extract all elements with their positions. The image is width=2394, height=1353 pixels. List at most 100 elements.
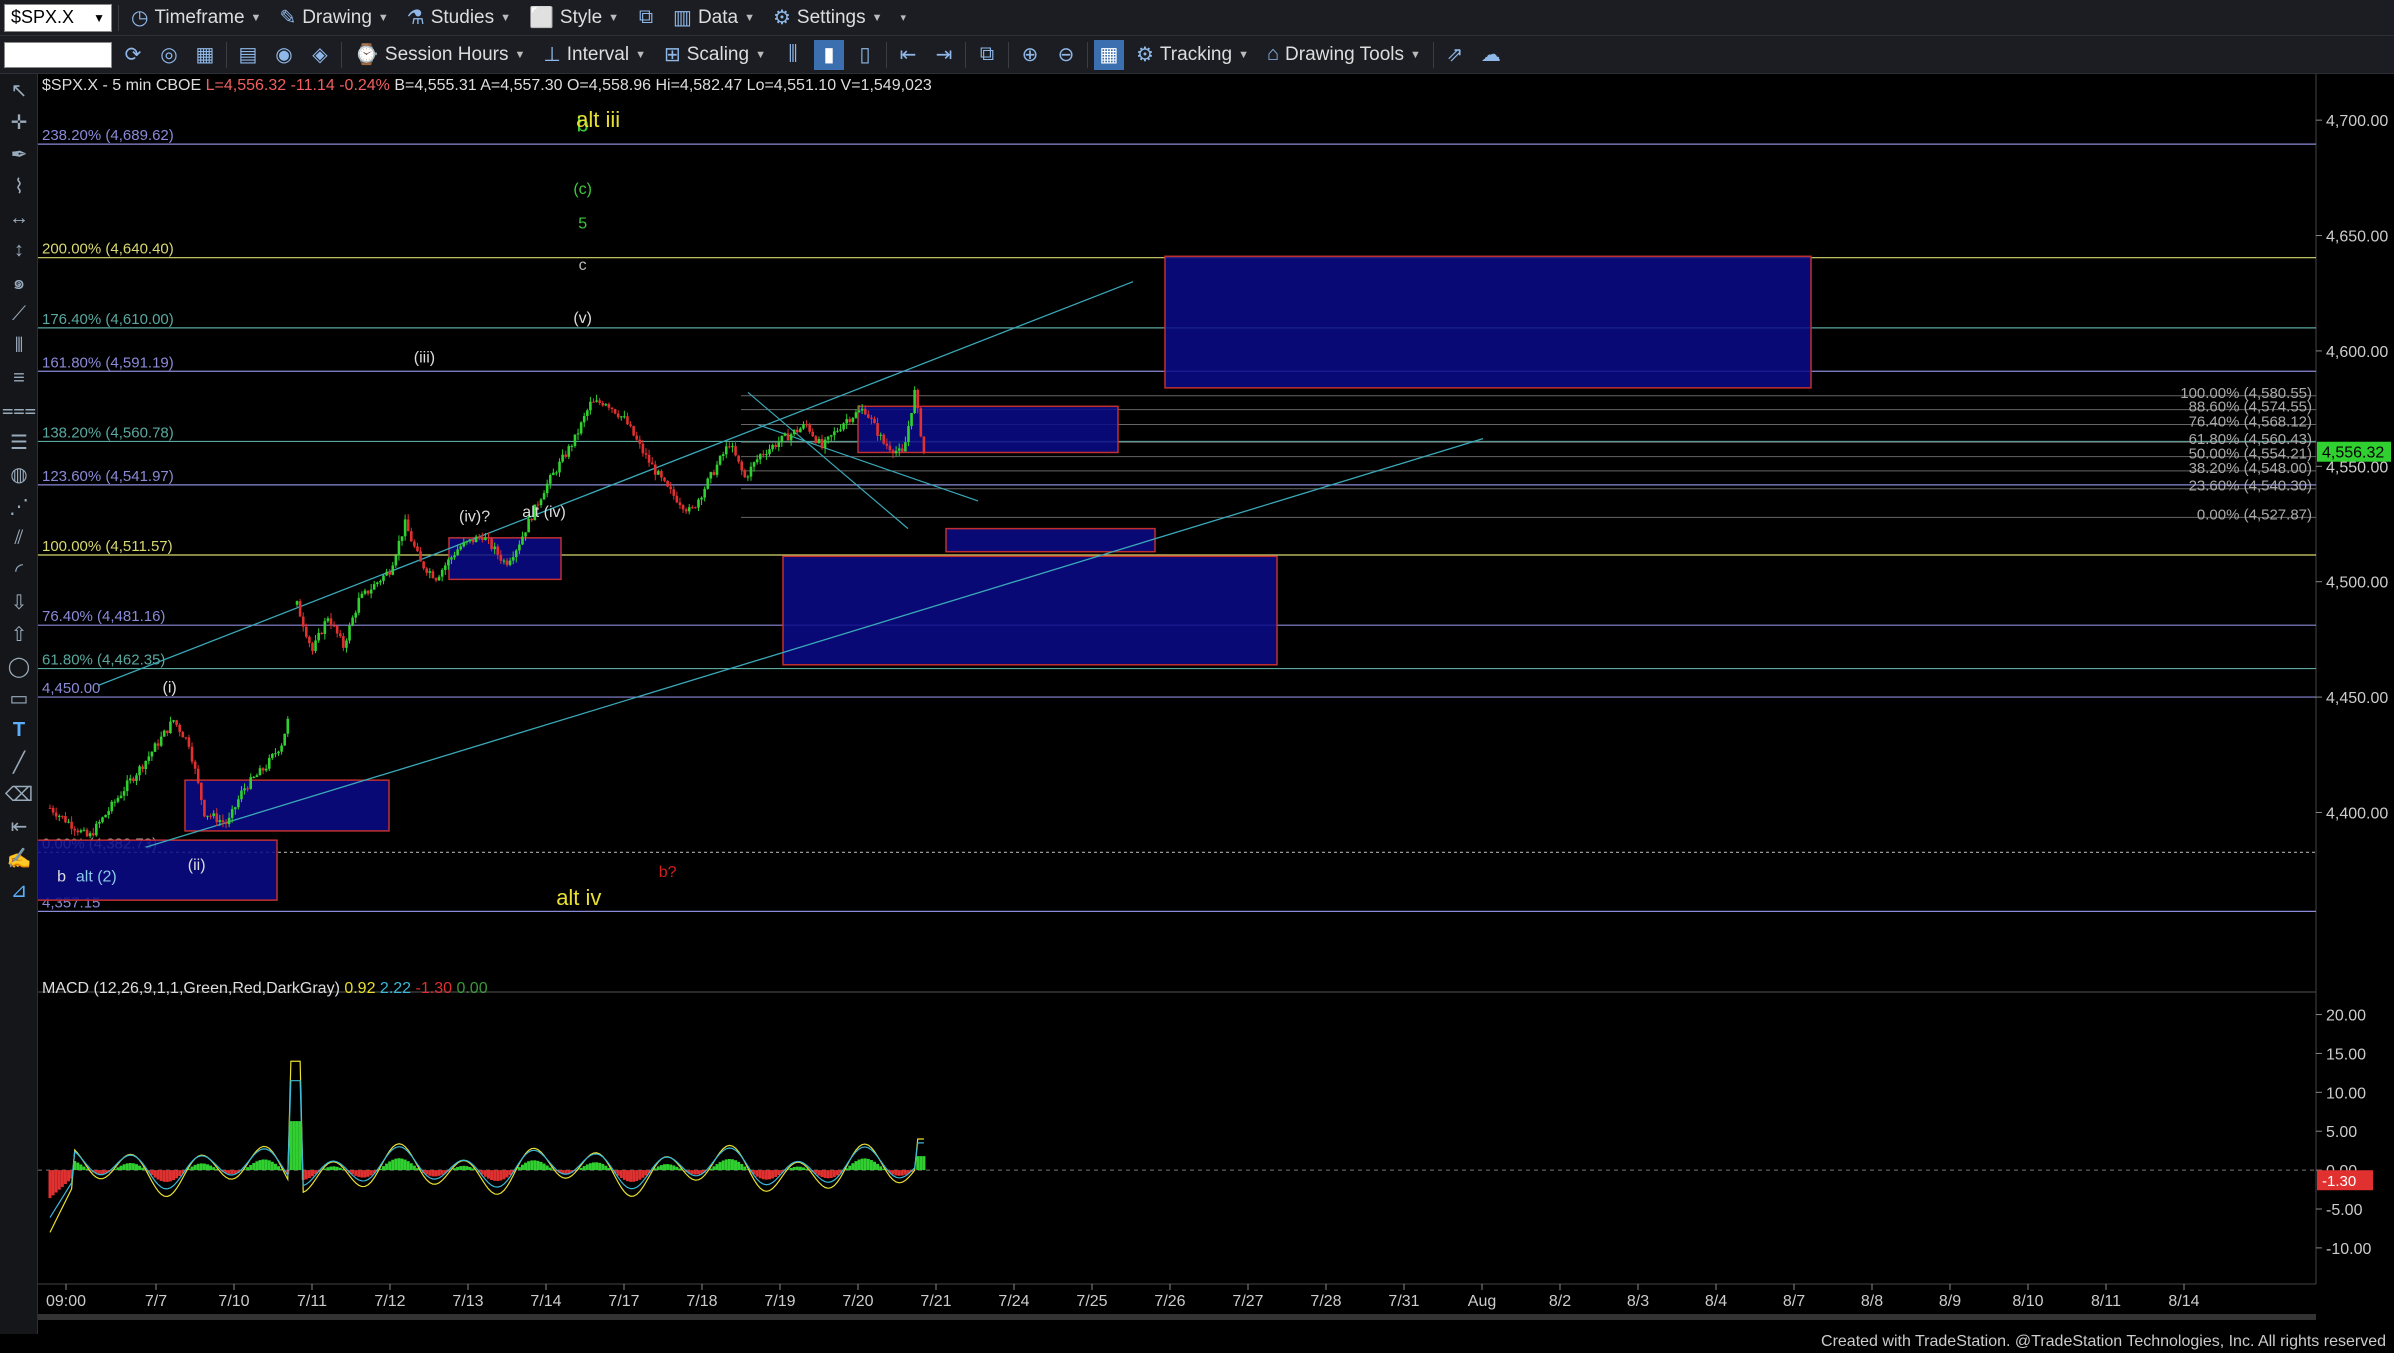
indicator-icon[interactable]: ⊿	[0, 874, 38, 906]
price-tick-label: 4,450.00	[2326, 690, 2388, 707]
drawing-menu[interactable]: ✎ Drawing ▼	[273, 3, 394, 33]
arc-icon[interactable]: ◜	[0, 554, 38, 586]
candle-body	[598, 400, 601, 403]
channel-icon[interactable]: ⫽	[0, 522, 38, 554]
chevron-down-icon: ▼	[514, 48, 526, 61]
session-hours-menu[interactable]: ⌚ Session Hours ▼	[348, 40, 531, 70]
candle-body	[897, 448, 901, 451]
brush-icon[interactable]: ⌇	[0, 170, 38, 202]
candle-body	[795, 429, 799, 433]
macd-histogram-bar	[82, 1166, 86, 1171]
candle-body	[752, 462, 756, 467]
layout-split-icon[interactable]: ⧉	[972, 40, 1002, 70]
macd-histogram-bar	[866, 1158, 870, 1171]
candle-body	[743, 470, 747, 478]
layout-icon[interactable]: ⧉	[631, 3, 661, 33]
hollow-candle-icon[interactable]: ▯	[850, 40, 880, 70]
vertical-arrows-icon[interactable]: ↕	[0, 234, 38, 266]
crosshair-grid-icon[interactable]: ▦	[1093, 39, 1124, 70]
tracking-menu[interactable]: ⚙ Tracking ▼	[1130, 40, 1255, 70]
calendar-icon[interactable]: ▦	[190, 40, 220, 70]
more-menu[interactable]: ▾	[894, 3, 912, 33]
candle-body	[159, 736, 163, 746]
studies-menu[interactable]: ⚗ Studies ▼	[401, 3, 517, 33]
macd-histogram-bar	[663, 1164, 667, 1171]
horizontal-lines-icon[interactable]: ☰	[0, 426, 38, 458]
interval-menu[interactable]: ⊥ Interval ▼	[537, 40, 652, 70]
style-menu[interactable]: ⬜ Style ▼	[523, 3, 625, 33]
macd-histogram-bar	[255, 1161, 259, 1171]
timeframe-menu[interactable]: ◷ Timeframe ▼	[125, 3, 267, 33]
pen-icon[interactable]: ✒	[0, 138, 38, 170]
time-tick-label: 7/14	[530, 1293, 561, 1310]
candle-body	[805, 424, 808, 426]
dots-icon[interactable]: ⋰	[0, 490, 38, 522]
time-tick-label: 7/10	[218, 1293, 249, 1310]
columns-icon[interactable]: ⦀	[0, 330, 38, 362]
macd-histogram-bar	[97, 1170, 101, 1174]
candle-body	[863, 408, 867, 415]
candle-body	[916, 389, 920, 409]
crosshair-icon[interactable]: ✛	[0, 106, 38, 138]
zoom-out-icon[interactable]: ⊖	[1051, 40, 1081, 70]
price-tick-label: 4,400.00	[2326, 805, 2388, 822]
zoom-icon[interactable]: ◉	[269, 40, 299, 70]
highlighter-icon[interactable]: ✍	[0, 842, 38, 874]
gann-icon[interactable]: ◍	[0, 458, 38, 490]
symbol-input[interactable]: $SPX.X ▼	[4, 3, 112, 32]
price-chart[interactable]: $SPX.X - 5 min CBOE L=4,556.32 -11.14 -0…	[38, 74, 2394, 1334]
pointer-icon[interactable]: ↖	[0, 74, 38, 106]
grid-icon[interactable]: ▤	[233, 40, 263, 70]
rectangle-icon[interactable]: ▭	[0, 682, 38, 714]
macd-histogram-bar	[51, 1170, 55, 1196]
cloud-icon[interactable]: ☁	[1476, 40, 1506, 70]
line-icon[interactable]: ╱	[0, 746, 38, 778]
target-zone	[1164, 255, 1812, 389]
macd-histogram-bar	[768, 1170, 772, 1180]
candle-body	[691, 507, 694, 509]
candle-body	[135, 775, 138, 782]
camera-icon[interactable]: ◈	[305, 40, 335, 70]
macd-histogram-bar	[468, 1166, 472, 1171]
shrink-bars-icon[interactable]: ⇤	[893, 40, 923, 70]
candle-body	[845, 419, 849, 424]
eraser-icon[interactable]: ⌫	[0, 778, 38, 810]
time-tick-label: 7/7	[145, 1293, 167, 1310]
zoom-in-icon[interactable]: ⊕	[1015, 40, 1045, 70]
scaling-menu[interactable]: ⊞ Scaling ▼	[658, 40, 772, 70]
settings-menu[interactable]: ⚙ Settings ▼	[767, 3, 888, 33]
refresh-icon[interactable]: ⟳	[118, 40, 148, 70]
macd-histogram-bar	[310, 1170, 314, 1177]
arrow-down-icon[interactable]: ⇩	[0, 586, 38, 618]
text-icon[interactable]: T	[0, 714, 38, 746]
candle-chart-icon[interactable]: ▮	[813, 39, 844, 70]
candle-body	[919, 408, 923, 437]
macd-histogram-bar	[625, 1170, 629, 1182]
macd-value-label: -1.30	[2322, 1173, 2356, 1190]
arrow-up-icon[interactable]: ⇧	[0, 618, 38, 650]
bar-chart-icon[interactable]: ⫼	[778, 40, 808, 70]
macd-histogram-bar	[490, 1170, 494, 1180]
horizontal-scrollbar[interactable]	[38, 1314, 2316, 1320]
data-menu[interactable]: ▥ Data ▼	[667, 3, 761, 33]
drawing-tools-menu[interactable]: ⌂ Drawing Tools ▼	[1261, 40, 1427, 70]
candle-body	[799, 428, 802, 433]
candle-body	[511, 557, 515, 561]
link-icon[interactable]: ◎	[154, 40, 184, 70]
time-line-icon[interactable]: ⇤	[0, 810, 38, 842]
macd-histogram-bar	[403, 1159, 407, 1171]
fib-extension-icon[interactable]: ⩶	[0, 394, 38, 426]
drawing-tools-icon: ⌂	[1266, 43, 1280, 65]
secondary-input[interactable]	[4, 41, 112, 68]
candle-body	[428, 571, 432, 573]
export-icon[interactable]: ⇗	[1440, 40, 1470, 70]
macd-histogram-bar	[212, 1167, 216, 1171]
swirl-icon[interactable]: ๑	[0, 266, 38, 298]
expand-bars-icon[interactable]: ⇥	[929, 40, 959, 70]
candle-body	[857, 410, 861, 413]
horizontal-arrows-icon[interactable]: ↔	[0, 202, 38, 234]
candle-body	[521, 536, 524, 545]
ruler-icon[interactable]: ⟋	[0, 298, 38, 330]
fib-icon[interactable]: ≡	[0, 362, 38, 394]
ellipse-icon[interactable]: ◯	[0, 650, 38, 682]
